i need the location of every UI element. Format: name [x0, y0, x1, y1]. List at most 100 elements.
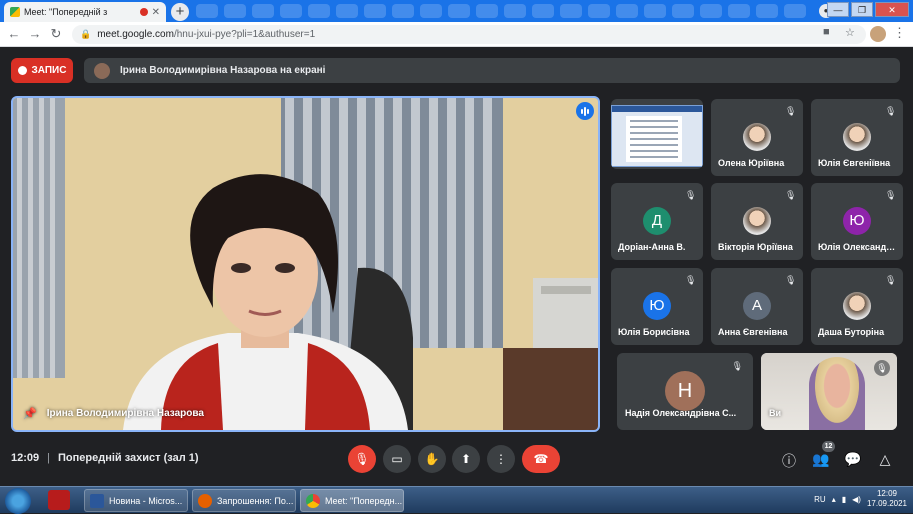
- meeting-info-icon[interactable]: ⓘ: [780, 451, 798, 471]
- participant-tile[interactable]: 🎙 Даша Буторіна: [811, 268, 903, 345]
- participant-tile[interactable]: 🎙 Н Надія Олександрівна С...: [617, 353, 753, 430]
- forward-arrow-icon[interactable]: →: [27, 26, 43, 42]
- acrobat-reader-icon[interactable]: [48, 490, 70, 510]
- record-dot-icon: [17, 66, 27, 75]
- divider: |: [47, 452, 50, 464]
- pinned-tab[interactable]: [672, 4, 694, 18]
- participant-initial: Ю: [643, 292, 671, 320]
- participant-name: Юлія Олександрівна: [818, 242, 899, 252]
- volume-icon[interactable]: ◀): [852, 495, 861, 504]
- maximize-button[interactable]: ❐: [851, 2, 873, 17]
- taskbar-app-word[interactable]: Новина - Micros...: [84, 489, 188, 512]
- reload-icon[interactable]: ↻: [48, 26, 64, 42]
- leave-call-button[interactable]: ☎: [522, 445, 560, 473]
- network-icon[interactable]: ▮: [842, 495, 846, 504]
- pinned-tab[interactable]: [448, 4, 470, 18]
- new-tab-button[interactable]: +: [171, 3, 189, 21]
- mic-toggle-button[interactable]: 🎙: [348, 445, 376, 473]
- pinned-tab[interactable]: [420, 4, 442, 18]
- pinned-tab[interactable]: [784, 4, 806, 18]
- participant-initial: А: [743, 292, 771, 320]
- tab-close-icon[interactable]: ✕: [152, 7, 160, 18]
- participant-avatar: [843, 292, 871, 320]
- participant-name: Доріан-Анна В.: [618, 242, 686, 252]
- raise-hand-button[interactable]: ✋: [418, 445, 446, 473]
- tray-expand-icon[interactable]: ▴: [832, 495, 836, 504]
- camera-toggle-button[interactable]: ▭: [383, 445, 411, 473]
- present-now-button[interactable]: ⬆: [452, 445, 480, 473]
- screen-share-tile[interactable]: [611, 99, 703, 169]
- windows-taskbar: Новина - Micros... Запрошення: По... Mee…: [0, 486, 913, 514]
- language-indicator[interactable]: RU: [814, 495, 826, 504]
- url-text: meet.google.com/hnu-jxui-pye?pli=1&authu…: [97, 29, 315, 40]
- hand-icon: ✋: [424, 452, 440, 466]
- pinned-tab[interactable]: [644, 4, 666, 18]
- pinned-tab[interactable]: [532, 4, 554, 18]
- shared-screen-thumbnail: [611, 105, 703, 167]
- participant-tile[interactable]: 🎙 Ю Юлія Борисівна: [611, 268, 703, 345]
- participant-initial: Ю: [843, 207, 871, 235]
- pinned-tab[interactable]: [252, 4, 274, 18]
- pinned-tab[interactable]: [392, 4, 414, 18]
- start-menu-button[interactable]: [5, 488, 31, 514]
- pinned-tab[interactable]: [336, 4, 358, 18]
- recording-indicator-icon: [139, 8, 148, 16]
- presenting-text: Ірина Володимирівна Назарова на екрані: [120, 65, 326, 76]
- taskbar-app-chrome[interactable]: Meet: "Попередн...: [300, 489, 404, 512]
- profile-avatar[interactable]: [870, 26, 886, 42]
- main-speaker-video[interactable]: 📌 Ірина Володимирівна Назарова: [11, 96, 600, 432]
- address-bar[interactable]: 🔒 meet.google.com/hnu-jxui-pye?pli=1&aut…: [72, 25, 866, 44]
- participant-name: Надія Олександрівна С...: [625, 408, 737, 418]
- firefox-icon: [198, 493, 212, 508]
- mic-off-icon: 🎙: [354, 452, 370, 466]
- mic-off-icon: 🎙: [785, 275, 797, 285]
- participant-tile[interactable]: 🎙 Вікторія Юріївна: [711, 183, 803, 260]
- camera-in-use-icon[interactable]: ■: [823, 26, 830, 38]
- url-path: /hnu-jxui-pye?pli=1&authuser=1: [173, 29, 316, 40]
- taskbar-app-firefox[interactable]: Запрошення: По...: [192, 489, 296, 512]
- pinned-tab[interactable]: [588, 4, 610, 18]
- pinned-tab[interactable]: [364, 4, 386, 18]
- chat-icon[interactable]: 💬: [844, 451, 862, 468]
- more-options-button[interactable]: ⋮: [487, 445, 515, 473]
- pinned-tab[interactable]: [504, 4, 526, 18]
- chrome-menu-icon[interactable]: ⋮: [893, 25, 906, 41]
- pin-icon[interactable]: 📌: [23, 407, 37, 420]
- pinned-tab[interactable]: [308, 4, 330, 18]
- mic-off-icon: 🎙: [885, 275, 897, 285]
- pinned-tab[interactable]: [196, 4, 218, 18]
- browser-tab-meet[interactable]: Meet: "Попередній з ✕: [4, 2, 166, 22]
- close-window-button[interactable]: ✕: [875, 2, 909, 17]
- participant-tile[interactable]: 🎙 Олена Юріївна: [711, 99, 803, 176]
- participant-tile[interactable]: 🎙 А Анна Євгенівна: [711, 268, 803, 345]
- pinned-tab[interactable]: [476, 4, 498, 18]
- main-speaker-name: Ірина Володимирівна Назарова: [46, 408, 204, 419]
- participant-initial: Д: [643, 207, 671, 235]
- self-video: [809, 357, 865, 430]
- minimize-button[interactable]: —: [827, 2, 849, 17]
- camera-icon: ▭: [391, 452, 403, 466]
- mic-off-icon: 🎙: [685, 275, 697, 285]
- bookmark-star-icon[interactable]: ☆: [845, 26, 855, 39]
- pinned-tab[interactable]: [700, 4, 722, 18]
- pinned-tab[interactable]: [728, 4, 750, 18]
- participant-tile[interactable]: 🎙 Юлія Євгеніївна: [811, 99, 903, 176]
- participant-tile[interactable]: 🎙 Ю Юлія Олександрівна: [811, 183, 903, 260]
- pinned-tab[interactable]: [616, 4, 638, 18]
- back-arrow-icon[interactable]: ←: [6, 26, 22, 42]
- speaking-indicator-icon: [576, 102, 594, 120]
- activities-icon[interactable]: △: [876, 451, 894, 468]
- pinned-tab[interactable]: [560, 4, 582, 18]
- participant-tile[interactable]: 🎙 Д Доріан-Анна В.: [611, 183, 703, 260]
- self-view-tile[interactable]: 🎙 Ви: [761, 353, 897, 430]
- mic-off-icon: 🎙: [885, 190, 897, 200]
- pinned-tab[interactable]: [756, 4, 778, 18]
- recording-button[interactable]: ЗАПИС: [11, 58, 73, 83]
- pinned-tab[interactable]: [280, 4, 302, 18]
- mic-off-icon: 🎙: [785, 106, 797, 116]
- pinned-tab[interactable]: [224, 4, 246, 18]
- self-label: Ви: [769, 408, 782, 418]
- people-icon[interactable]: 👥: [812, 451, 830, 468]
- mic-off-icon: 🎙: [731, 361, 743, 371]
- system-clock[interactable]: 12:09 17.09.2021: [867, 489, 907, 509]
